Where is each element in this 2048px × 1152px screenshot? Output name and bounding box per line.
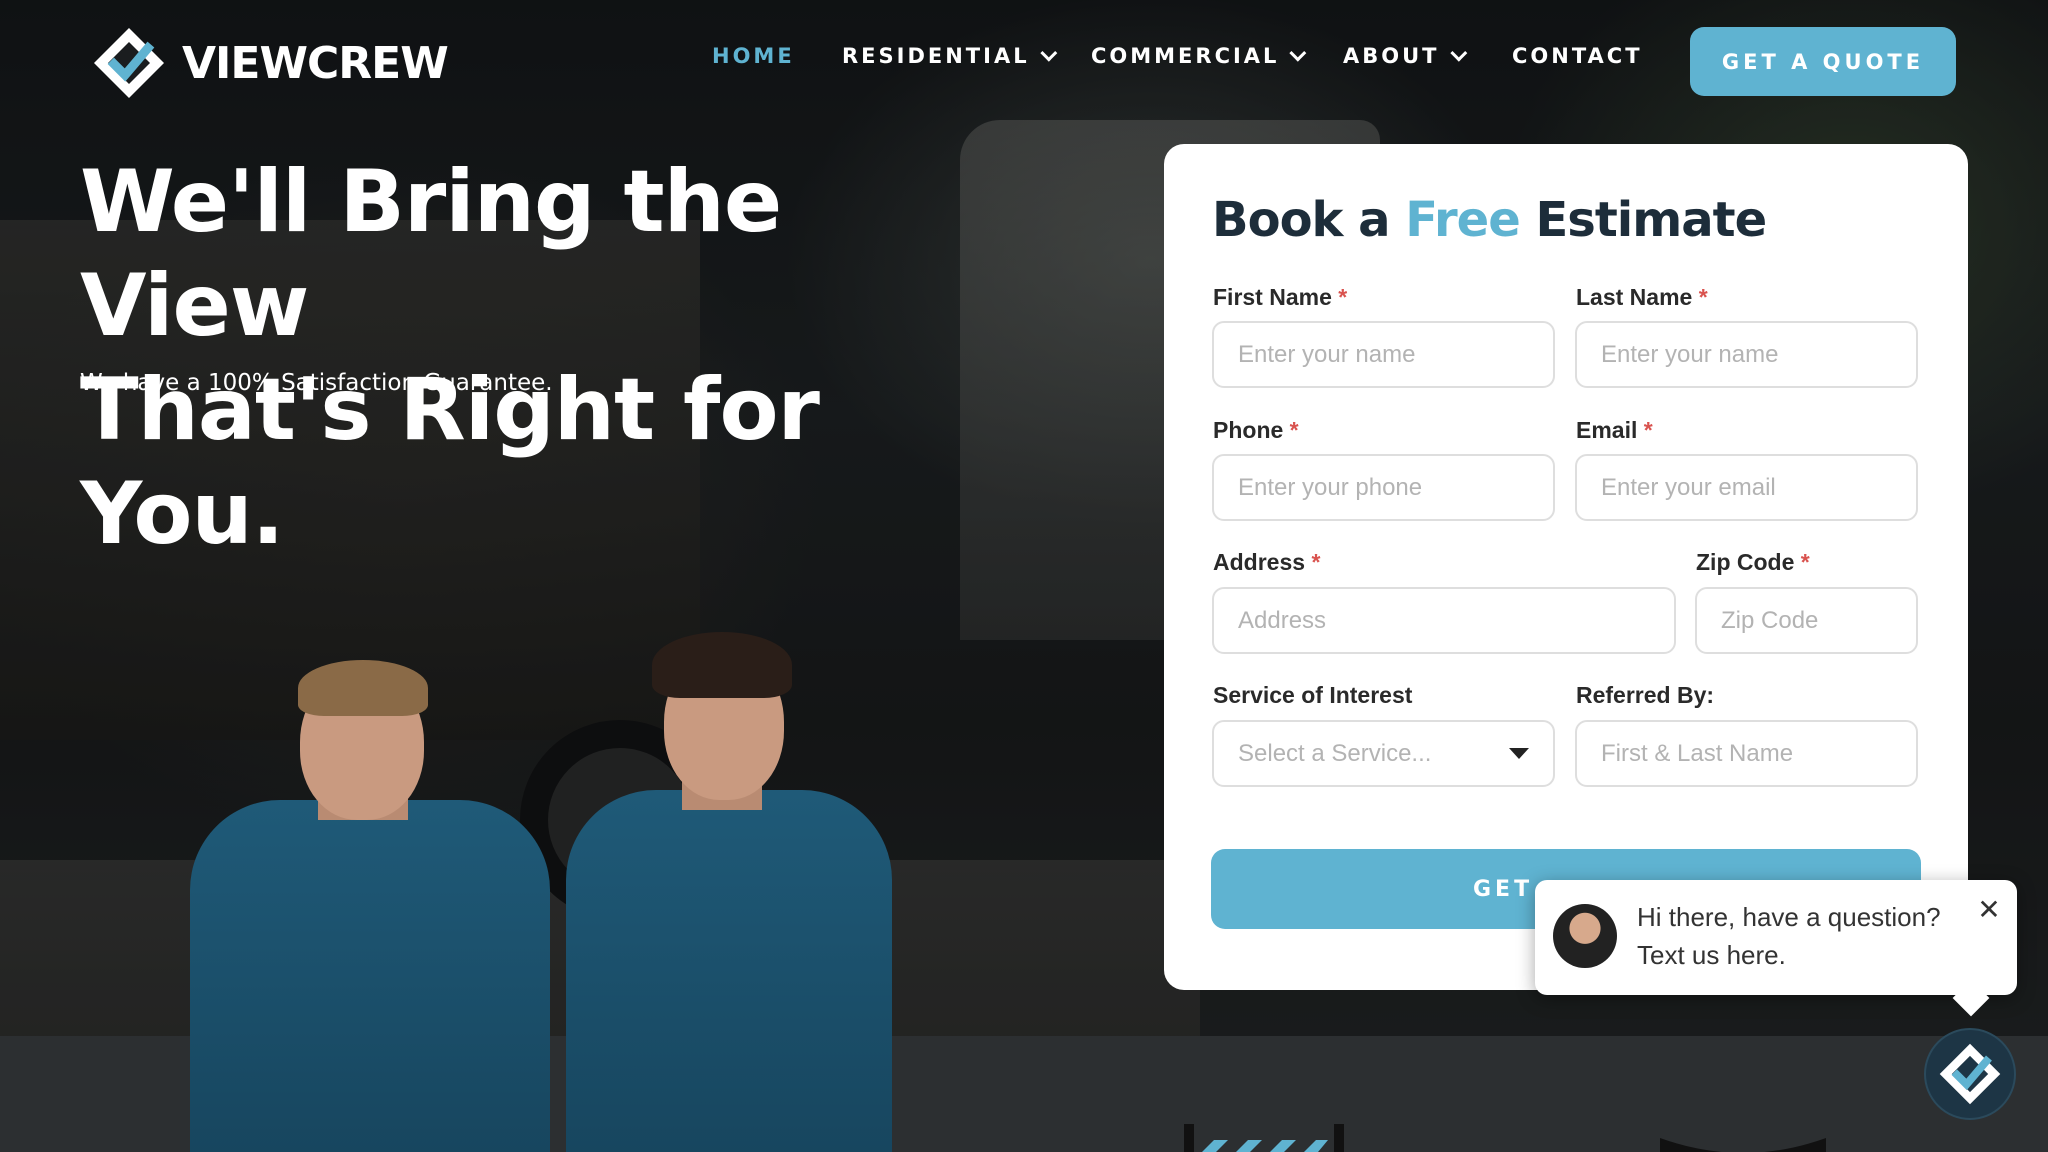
phone-input[interactable] [1212, 454, 1555, 521]
first-name-input[interactable] [1212, 321, 1555, 388]
feature-icon [1184, 1124, 1344, 1152]
chat-popup[interactable]: Hi there, have a question? Text us here.… [1535, 880, 2017, 995]
viewcrew-logo-icon [94, 28, 164, 98]
nav-commercial[interactable]: COMMERCIAL [1091, 44, 1307, 68]
referred-by-input[interactable] [1575, 720, 1918, 787]
phone-label-text: Phone [1213, 417, 1284, 443]
address-label-text: Address [1213, 549, 1306, 575]
caret-down-icon [1509, 748, 1529, 759]
nav-contact-label: CONTACT [1512, 44, 1643, 68]
first-name-label: First Name * [1213, 284, 1347, 311]
last-name-label-text: Last Name [1576, 284, 1693, 310]
last-name-input[interactable] [1575, 321, 1918, 388]
form-title-pre: Book a [1212, 192, 1391, 248]
estimate-form-card: Book a Free Estimate First Name * Last N… [1164, 144, 1968, 990]
brand-logo[interactable]: VIEWCREW [92, 26, 449, 100]
form-title: Book a Free Estimate [1212, 192, 1768, 248]
required-marker: * [1643, 417, 1653, 443]
get-a-quote-button[interactable]: GET A QUOTE [1690, 27, 1956, 96]
service-select[interactable]: Select a Service... [1212, 720, 1555, 787]
email-label: Email * [1576, 417, 1653, 444]
service-label: Service of Interest [1213, 682, 1413, 708]
zip-code-label: Zip Code * [1696, 549, 1810, 576]
first-name-label-text: First Name [1213, 284, 1332, 310]
required-marker: * [1311, 549, 1321, 575]
close-icon[interactable]: ✕ [1975, 896, 2003, 924]
email-input[interactable] [1575, 454, 1918, 521]
nav-commercial-label: COMMERCIAL [1091, 44, 1280, 68]
zip-code-label-text: Zip Code [1696, 549, 1795, 575]
required-marker: * [1800, 549, 1810, 575]
nav-about[interactable]: ABOUT [1343, 44, 1467, 68]
required-marker: * [1338, 284, 1348, 310]
chat-message: Hi there, have a question? Text us here. [1637, 902, 1941, 970]
nav-contact[interactable]: CONTACT [1512, 44, 1643, 68]
form-title-accent: Free [1405, 192, 1520, 248]
required-marker: * [1289, 417, 1299, 443]
feature-icon [1660, 1138, 1826, 1152]
agent-avatar [1553, 904, 1617, 968]
nav-residential-label: RESIDENTIAL [842, 44, 1030, 68]
last-name-label: Last Name * [1576, 284, 1708, 311]
zip-code-input[interactable] [1695, 587, 1918, 654]
hero-subline: We have a 100% Satisfaction Guarantee. [80, 370, 553, 396]
hero-headline: We'll Bring the View That's Right for Yo… [80, 150, 940, 566]
email-label-text: Email [1576, 417, 1638, 443]
nav-about-label: ABOUT [1343, 44, 1440, 68]
hero-headline-line1: We'll Bring the View [80, 152, 782, 356]
address-label: Address * [1213, 549, 1320, 576]
required-marker: * [1698, 284, 1708, 310]
phone-label: Phone * [1213, 417, 1299, 444]
brand-name: VIEWCREW [182, 37, 449, 89]
nav-home[interactable]: HOME [712, 44, 795, 68]
nav-residential[interactable]: RESIDENTIAL [842, 44, 1057, 68]
chat-launcher-logo-icon [1939, 1043, 2001, 1105]
form-title-post: Estimate [1535, 192, 1768, 248]
referred-by-label: Referred By: [1576, 682, 1715, 708]
chat-launcher-button[interactable] [1924, 1028, 2016, 1120]
nav-home-label: HOME [712, 44, 795, 68]
service-select-value: Select a Service... [1238, 739, 1432, 767]
address-input[interactable] [1212, 587, 1676, 654]
